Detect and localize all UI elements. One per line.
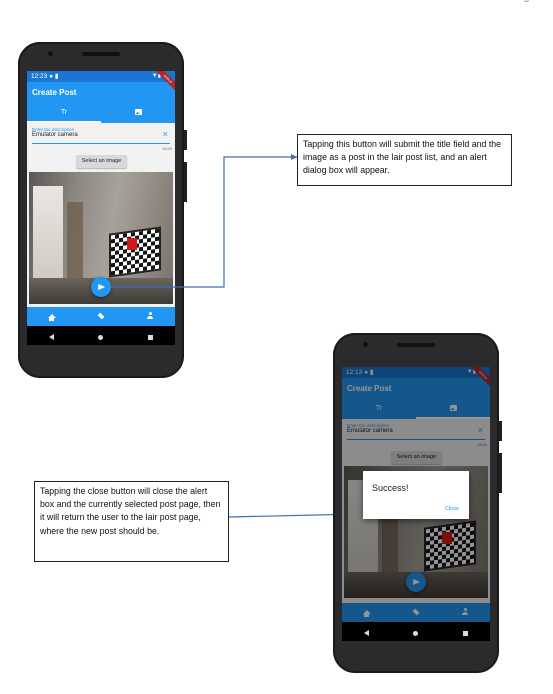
red-marker (127, 238, 137, 250)
system-navigation (342, 622, 490, 641)
back-icon (49, 333, 55, 340)
room-shelf (67, 202, 83, 278)
send-icon (98, 284, 106, 290)
person-icon (147, 312, 154, 319)
bottom-navigation (27, 307, 175, 326)
room-window (33, 186, 63, 278)
system-navigation (27, 326, 175, 345)
nav-profile[interactable] (126, 312, 175, 321)
nav-layers[interactable] (76, 312, 125, 321)
checkerboard-screen (109, 226, 161, 278)
app-screen: 12:23 ● ▮ ▼▮ Create Post DEBUG Tr Enter … (27, 71, 175, 345)
layers-icon (97, 312, 105, 319)
recents-icon (147, 334, 153, 340)
system-recents[interactable] (126, 327, 175, 345)
phone-create-post: 12:23 ● ▮ ▼▮ Create Post DEBUG Tr Enter … (18, 42, 187, 378)
tab-text[interactable]: Tr (27, 104, 101, 123)
app-bar: Create Post (27, 82, 175, 104)
status-bar: 12:23 ● ▮ ▼▮ (27, 71, 175, 82)
system-recents[interactable] (441, 623, 490, 641)
image-icon (134, 109, 142, 116)
back-icon (364, 629, 370, 636)
description-field-value: Emulator camera (32, 132, 78, 138)
volume-button (499, 453, 502, 493)
phone-speaker (82, 52, 120, 56)
dialog-title: Success! (372, 483, 409, 493)
phone-camera (363, 342, 368, 347)
select-image-button[interactable]: Select an image (76, 155, 127, 168)
submit-post-button[interactable] (91, 277, 111, 297)
power-button (499, 421, 502, 441)
phone-success-dialog: 12:13 ● ▮ ▼▮ Create Post DEBUG Tr Enter … (333, 333, 502, 673)
status-time: 12:23 (31, 73, 48, 80)
character-counter: 15/45 (161, 146, 172, 151)
nav-home[interactable] (27, 313, 76, 321)
system-home[interactable] (76, 327, 125, 345)
page-number: 3 (524, 0, 529, 4)
system-back[interactable] (342, 623, 391, 641)
tab-image[interactable] (101, 104, 175, 123)
home-icon (47, 314, 56, 321)
phone-camera (48, 51, 53, 56)
text-tab-label: Tr (60, 109, 68, 116)
system-back[interactable] (27, 327, 76, 345)
volume-button (184, 162, 187, 202)
page-title: Create Post (32, 88, 77, 97)
recents-icon (462, 630, 468, 636)
power-button (184, 130, 187, 150)
callout-close: Tapping the close button will close the … (34, 481, 229, 562)
callout-submit: Tapping this button will submit the titl… (297, 134, 512, 186)
phone-speaker (397, 343, 435, 347)
success-dialog: Success! Close (363, 471, 469, 519)
home-circle-icon (413, 630, 419, 636)
system-home[interactable] (391, 623, 440, 641)
home-circle-icon (98, 334, 104, 340)
tab-bar: Tr (27, 104, 175, 123)
app-screen: 12:13 ● ▮ ▼▮ Create Post DEBUG Tr Enter … (342, 367, 490, 641)
description-field[interactable]: Enter the description Emulator camera × (32, 127, 170, 144)
clear-icon[interactable]: × (163, 130, 168, 139)
dialog-close-button[interactable]: Close (445, 506, 459, 512)
